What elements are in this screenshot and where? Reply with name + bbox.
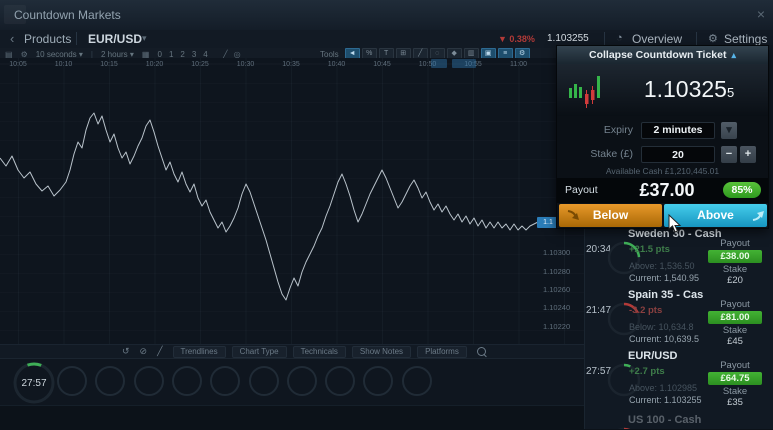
position-strike: Above: 1.102985 — [629, 383, 697, 393]
ticket-price-section: 1.103255 — [557, 64, 768, 116]
nav-divider — [76, 32, 77, 45]
chart-footer-button[interactable]: Chart Type — [232, 346, 287, 358]
countdown-slot[interactable] — [287, 366, 317, 396]
position-row[interactable]: 27:57 EUR/USD +2.7 pts Above: 1.102985 C… — [584, 350, 773, 411]
refresh-icon[interactable]: ↺ — [122, 346, 130, 357]
ticket-price: 1.103255 — [619, 76, 759, 103]
chevron-down-icon: ▾ — [726, 124, 732, 136]
countdown-slot[interactable] — [57, 366, 87, 396]
position-payout-badge: £81.00 — [708, 311, 762, 324]
nav-products[interactable]: Products — [24, 32, 71, 46]
position-row[interactable]: US 100 - Cash — [584, 414, 773, 429]
position-current: Current: 10,639.5 — [629, 334, 699, 344]
chart-footer-toolbar: ↺ ⊘ ╱ Trendlines Chart Type Technicals Show… — [0, 344, 584, 358]
below-button[interactable]: Below — [559, 204, 662, 227]
mouse-cursor — [668, 214, 682, 233]
chart-footer-button[interactable]: Show Notes — [352, 346, 411, 358]
payout-value: £37.00 — [617, 180, 717, 201]
available-cash: Available Cash £1,210,445.01 — [557, 166, 768, 176]
arrow-up-icon — [752, 209, 765, 222]
countdown-slot[interactable] — [325, 366, 355, 396]
position-stake: £20 — [702, 275, 768, 286]
magnifier-icon[interactable] — [477, 347, 486, 356]
clear-drawings-icon[interactable]: ⊘ — [140, 346, 148, 357]
position-row[interactable]: 20:34 Sweden 30 - Cash +21.5 pts Above: … — [584, 228, 773, 289]
chart-footer-button[interactable]: Trendlines — [173, 346, 226, 358]
countdown-slot[interactable] — [172, 366, 202, 396]
expiry-caret-button[interactable]: ▾ — [721, 122, 737, 139]
collapse-ticket-label: Collapse Countdown Ticket — [589, 49, 726, 61]
chevron-up-icon: ▴ — [731, 50, 736, 60]
stake-plus-button[interactable]: + — [740, 146, 756, 163]
positions-list: 20:34 Sweden 30 - Cash +21.5 pts Above: … — [584, 228, 773, 429]
position-title: US 100 - Cash — [628, 414, 746, 426]
position-stake-label: Stake — [702, 386, 768, 397]
position-stake: £45 — [702, 336, 768, 347]
symbol-caret-icon[interactable]: ▾ — [142, 33, 147, 44]
pencil-icon[interactable]: ╱ — [157, 346, 162, 357]
countdown-slot[interactable] — [249, 366, 279, 396]
chart-footer-buttons: Trendlines Chart Type Technicals Show Notes… — [173, 346, 467, 358]
window-title: Countdown Markets — [14, 8, 121, 22]
price-change-percent: ▼ 0.38% — [498, 34, 535, 44]
gear-icon[interactable]: ⚙ — [708, 32, 718, 45]
position-strike: Above: 1,536.50 — [629, 261, 695, 271]
position-stake-label: Stake — [702, 264, 768, 275]
position-payout-label: Payout — [702, 238, 768, 249]
nav-divider — [696, 32, 697, 45]
price-line-chart — [0, 58, 584, 344]
expiry-label: Expiry — [557, 122, 633, 139]
countdown-timer: 27:57 — [10, 378, 58, 389]
countdown-slot[interactable] — [363, 366, 393, 396]
position-strike: Below: 10,634.8 — [629, 322, 694, 332]
expiry-dropdown[interactable]: 2 minutes — [641, 122, 715, 139]
position-change: -3.2 pts — [629, 305, 662, 316]
collapse-ticket-header[interactable]: Collapse Countdown Ticket ▴ — [557, 46, 768, 65]
position-payout-badge: £38.00 — [708, 250, 762, 263]
countdown-slot[interactable] — [95, 366, 125, 396]
countdown-slot[interactable] — [134, 366, 164, 396]
nav-divider — [604, 32, 605, 45]
overview-icon[interactable]: ◔ — [616, 32, 623, 44]
countdown-slot[interactable] — [402, 366, 432, 396]
stake-minus-button[interactable]: − — [721, 146, 737, 163]
position-payout-label: Payout — [702, 299, 768, 310]
position-current: Current: 1.103255 — [629, 395, 702, 405]
position-stake-label: Stake — [702, 325, 768, 336]
position-stake: £35 — [702, 397, 768, 408]
stake-input[interactable] — [641, 146, 715, 163]
below-label: Below — [593, 208, 628, 222]
payout-label: Payout — [565, 184, 598, 196]
back-chevron-icon[interactable]: ‹ — [10, 31, 14, 46]
price-chart[interactable]: 10:0510:1010:1510:2010:2510:3010:3510:40… — [0, 58, 584, 344]
position-row[interactable]: 21:47 Spain 35 - Cas -3.2 pts Below: 10,… — [584, 289, 773, 350]
ticket-payout-bar: Payout £37.00 85% — [557, 178, 768, 203]
stake-label: Stake (£) — [557, 146, 633, 163]
position-change: +21.5 pts — [629, 244, 670, 255]
close-icon[interactable]: × — [757, 6, 765, 22]
arrow-down-icon — [567, 209, 580, 222]
nav-settings[interactable]: Settings — [724, 32, 767, 46]
candlestick-icon — [567, 72, 601, 110]
countdown-ticket: Collapse Countdown Ticket ▴ 1.103255 Expi… — [556, 45, 769, 229]
payout-percent-badge: 85% — [723, 182, 761, 198]
position-payout-label: Payout — [702, 360, 768, 371]
position-change: +2.7 pts — [629, 366, 665, 377]
nav-overview[interactable]: Overview — [632, 32, 682, 46]
chart-footer-button[interactable]: Platforms — [417, 346, 467, 358]
countdown-strip — [0, 358, 584, 406]
current-price: 1.103255 — [547, 33, 589, 44]
chart-footer-button[interactable]: Technicals — [293, 346, 346, 358]
nav-symbol[interactable]: EUR/USD — [88, 32, 142, 46]
title-bar: Countdown Markets × — [0, 0, 773, 31]
position-current: Current: 1,540.95 — [629, 273, 699, 283]
position-payout-badge: £64.75 — [708, 372, 762, 385]
above-label: Above — [697, 208, 734, 222]
countdown-slot[interactable] — [210, 366, 240, 396]
